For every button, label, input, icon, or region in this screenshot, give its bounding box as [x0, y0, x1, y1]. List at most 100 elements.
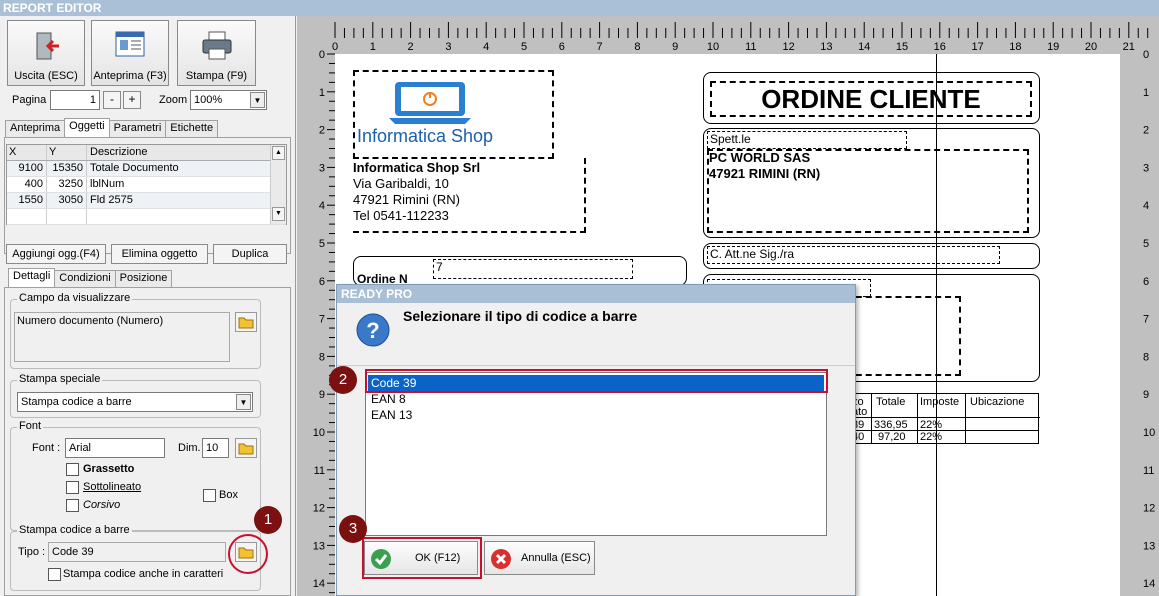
ruler-tick-label: 14: [313, 578, 325, 590]
bold-label: Grassetto: [83, 463, 135, 475]
grid-header: X Y Descrizione: [7, 145, 286, 161]
special-group-title: Stampa speciale: [17, 373, 103, 385]
cell-desc: Fld 2575: [90, 194, 133, 206]
ruler-tick-label: 2: [1143, 125, 1149, 137]
page-label: Pagina: [12, 94, 47, 106]
ruler-tick-label: 21: [1123, 41, 1135, 53]
ruler-tick-label: 6: [559, 41, 565, 53]
page-minus-button[interactable]: -: [103, 91, 121, 109]
tab-posizione[interactable]: Posizione: [114, 270, 173, 287]
ruler-tick-label: 15: [896, 41, 908, 53]
logo-box[interactable]: Informatica Shop: [353, 70, 554, 159]
add-object-button[interactable]: Aggiungi ogg.(F4): [6, 244, 106, 264]
ruler-tick-label: 6: [1143, 276, 1149, 288]
attn-label[interactable]: C. Att.ne Sig./ra: [707, 246, 1000, 264]
tab-dettagli[interactable]: Dettagli: [8, 268, 56, 287]
grid-scrollbar[interactable]: ▲ ▼: [270, 145, 286, 224]
ruler-tick-label: 0: [319, 49, 325, 61]
ruler-tick-label: 9: [319, 389, 325, 401]
page-input[interactable]: 1: [50, 90, 100, 110]
ruler-tick-label: 8: [319, 351, 325, 363]
cancel-button[interactable]: Annulla (ESC): [484, 541, 595, 575]
size-label: Dim.: [178, 442, 201, 454]
preview-button[interactable]: Anteprima (F3): [91, 20, 169, 86]
field-folder-button[interactable]: [235, 312, 257, 332]
ruler-tick-label: 11: [1143, 465, 1154, 477]
bold-checkbox[interactable]: [66, 463, 79, 476]
ruler-tick-label: 10: [707, 41, 719, 53]
col-header-imposte: Imposte: [920, 396, 960, 408]
spett-label[interactable]: Spett.le: [707, 131, 907, 149]
list-item[interactable]: EAN 8: [368, 391, 824, 407]
header-y[interactable]: Y: [47, 145, 87, 160]
tab-condizioni[interactable]: Condizioni: [54, 270, 116, 287]
tab-etichette[interactable]: Etichette: [165, 120, 219, 137]
font-group: Font Font : Arial Dim. 10 Grassetto Sott…: [10, 420, 261, 531]
duplicate-button[interactable]: Duplica: [213, 244, 287, 264]
col-header-totale: Totale: [876, 396, 906, 408]
table-row[interactable]: 1550 3050 Fld 2575: [7, 193, 286, 209]
highlight-frame: [362, 537, 482, 579]
font-group-title: Font: [17, 420, 44, 432]
underline-checkbox[interactable]: [66, 481, 79, 494]
chevron-down-icon[interactable]: ▼: [250, 92, 265, 108]
ruler-tick-label: 11: [314, 465, 325, 477]
delete-object-button[interactable]: Elimina oggetto: [111, 244, 208, 264]
objects-grid: X Y Descrizione 9100 15350 Totale Docume…: [6, 144, 287, 225]
scroll-down-icon[interactable]: ▼: [272, 207, 285, 221]
ruler-tick-label: 7: [319, 314, 325, 326]
highlight-circle: [228, 534, 268, 574]
ruler-tick-label: 1: [1143, 87, 1149, 99]
table-row[interactable]: [7, 209, 286, 225]
ruler-tick-label: 13: [313, 540, 325, 552]
report-editor-app: REPORT EDITOR Uscita (ESC) Anteprima (F3…: [0, 0, 1159, 596]
table-row[interactable]: 400 3250 lblNum: [7, 177, 286, 193]
barcode-group-title: Stampa codice a barre: [17, 524, 132, 536]
font-folder-button[interactable]: [235, 438, 257, 458]
ruler-tick-label: 4: [483, 41, 489, 53]
also-chars-checkbox[interactable]: [48, 568, 61, 581]
ruler-tick-label: 3: [445, 41, 451, 53]
special-print-value: Stampa codice a barre: [21, 396, 132, 408]
ruler-tick-label: 5: [319, 238, 325, 250]
table-cell-total: 97,20: [878, 431, 906, 443]
ruler-tick-label: 1: [319, 87, 325, 99]
tab-oggetti[interactable]: Oggetti: [64, 118, 110, 137]
header-x[interactable]: X: [7, 145, 47, 160]
highlight-frame: [365, 369, 828, 393]
print-button[interactable]: Stampa (F9): [177, 20, 256, 86]
special-print-select[interactable]: Stampa codice a barre ▼: [17, 392, 253, 412]
barcode-type-field[interactable]: Code 39: [48, 542, 226, 562]
tab-parametri[interactable]: Parametri: [108, 120, 167, 137]
underline-label: Sottolineato: [83, 481, 142, 493]
question-icon: ?: [356, 313, 390, 347]
company-city: 47921 Rimini (RN): [353, 192, 460, 207]
field-display[interactable]: Numero documento (Numero): [14, 312, 230, 362]
page-plus-button[interactable]: +: [123, 91, 141, 109]
type-label: Tipo :: [18, 546, 46, 558]
zoom-select[interactable]: 100% ▼: [190, 90, 267, 110]
field-group: Campo da visualizzare Numero documento (…: [10, 292, 261, 369]
list-item[interactable]: EAN 13: [368, 407, 824, 423]
ruler-tick-label: 3: [1143, 162, 1149, 174]
ruler-tick-label: 4: [1143, 200, 1149, 212]
table-cell-tax: 22%: [920, 419, 943, 431]
box-checkbox[interactable]: [203, 489, 216, 502]
folder-icon: [238, 317, 254, 329]
header-descrizione[interactable]: Descrizione: [87, 145, 286, 160]
customer-city: 47921 RIMINI (RN): [709, 166, 821, 181]
italic-checkbox[interactable]: [66, 499, 79, 512]
order-number[interactable]: 7: [433, 259, 633, 279]
exit-button[interactable]: Uscita (ESC): [7, 20, 85, 86]
table-row[interactable]: 9100 15350 Totale Documento: [7, 161, 286, 177]
font-input[interactable]: Arial: [65, 438, 165, 458]
chevron-down-icon[interactable]: ▼: [236, 394, 251, 410]
document-title[interactable]: ORDINE CLIENTE: [710, 81, 1032, 117]
computer-logo-icon: [389, 82, 471, 124]
zoom-label: Zoom: [159, 94, 188, 106]
callout-badge-3: 3: [339, 515, 367, 543]
ruler-tick-label: 14: [858, 41, 870, 53]
tab-anteprima[interactable]: Anteprima: [5, 120, 66, 137]
scroll-up-icon[interactable]: ▲: [272, 146, 285, 160]
size-input[interactable]: 10: [202, 438, 229, 458]
